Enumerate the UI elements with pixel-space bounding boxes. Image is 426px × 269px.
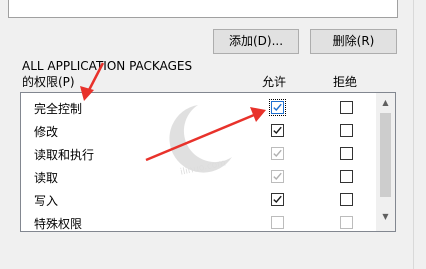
deny-checkbox[interactable] — [340, 193, 353, 206]
permission-row: 写入 — [21, 189, 377, 212]
permission-name: 特殊权限 — [34, 217, 83, 231]
allow-checkbox[interactable] — [269, 99, 286, 116]
principal-name-label: ALL APPLICATION PACKAGES — [22, 59, 193, 73]
permission-row: 特殊权限 — [21, 212, 377, 231]
allow-column-header: 允许 — [262, 75, 287, 89]
group-user-list[interactable] — [8, 0, 398, 18]
scroll-down-icon[interactable]: ▼ — [376, 209, 395, 225]
allow-checkbox — [271, 216, 284, 229]
remove-button[interactable]: 删除(R) — [310, 29, 397, 54]
scroll-thumb[interactable] — [380, 113, 391, 197]
add-button[interactable]: 添加(D)... — [213, 29, 299, 54]
allow-checkbox — [271, 170, 284, 183]
permission-name: 读取和执行 — [34, 148, 95, 162]
allow-checkbox — [271, 147, 284, 160]
deny-checkbox[interactable] — [340, 124, 353, 137]
deny-checkbox[interactable] — [340, 147, 353, 160]
permission-row: 完全控制 — [21, 97, 377, 120]
deny-checkbox[interactable] — [340, 216, 353, 229]
deny-checkbox[interactable] — [340, 170, 353, 183]
permission-name: 完全控制 — [34, 102, 83, 116]
permissions-scrollbar[interactable]: ▲ ▼ — [376, 93, 395, 231]
permissions-for-label: 的权限(P) — [22, 75, 75, 89]
permission-row: 读取 — [21, 166, 377, 189]
permission-row: 读取和执行 — [21, 143, 377, 166]
permission-row: 修改 — [21, 120, 377, 143]
allow-checkbox[interactable] — [271, 193, 284, 206]
permission-name: 读取 — [34, 171, 59, 185]
scroll-up-icon[interactable]: ▲ — [376, 95, 395, 111]
deny-checkbox[interactable] — [340, 101, 353, 114]
allow-checkbox[interactable] — [271, 124, 284, 137]
permissions-list: 完全控制修改读取和执行读取写入特殊权限 ▲ ▼ — [20, 92, 396, 232]
dialog-edge — [413, 0, 414, 269]
permission-name: 写入 — [34, 194, 59, 208]
permission-name: 修改 — [34, 125, 59, 139]
deny-column-header: 拒绝 — [333, 75, 358, 89]
permissions-dialog: 添加(D)... 删除(R) ALL APPLICATION PACKAGES … — [0, 0, 426, 269]
